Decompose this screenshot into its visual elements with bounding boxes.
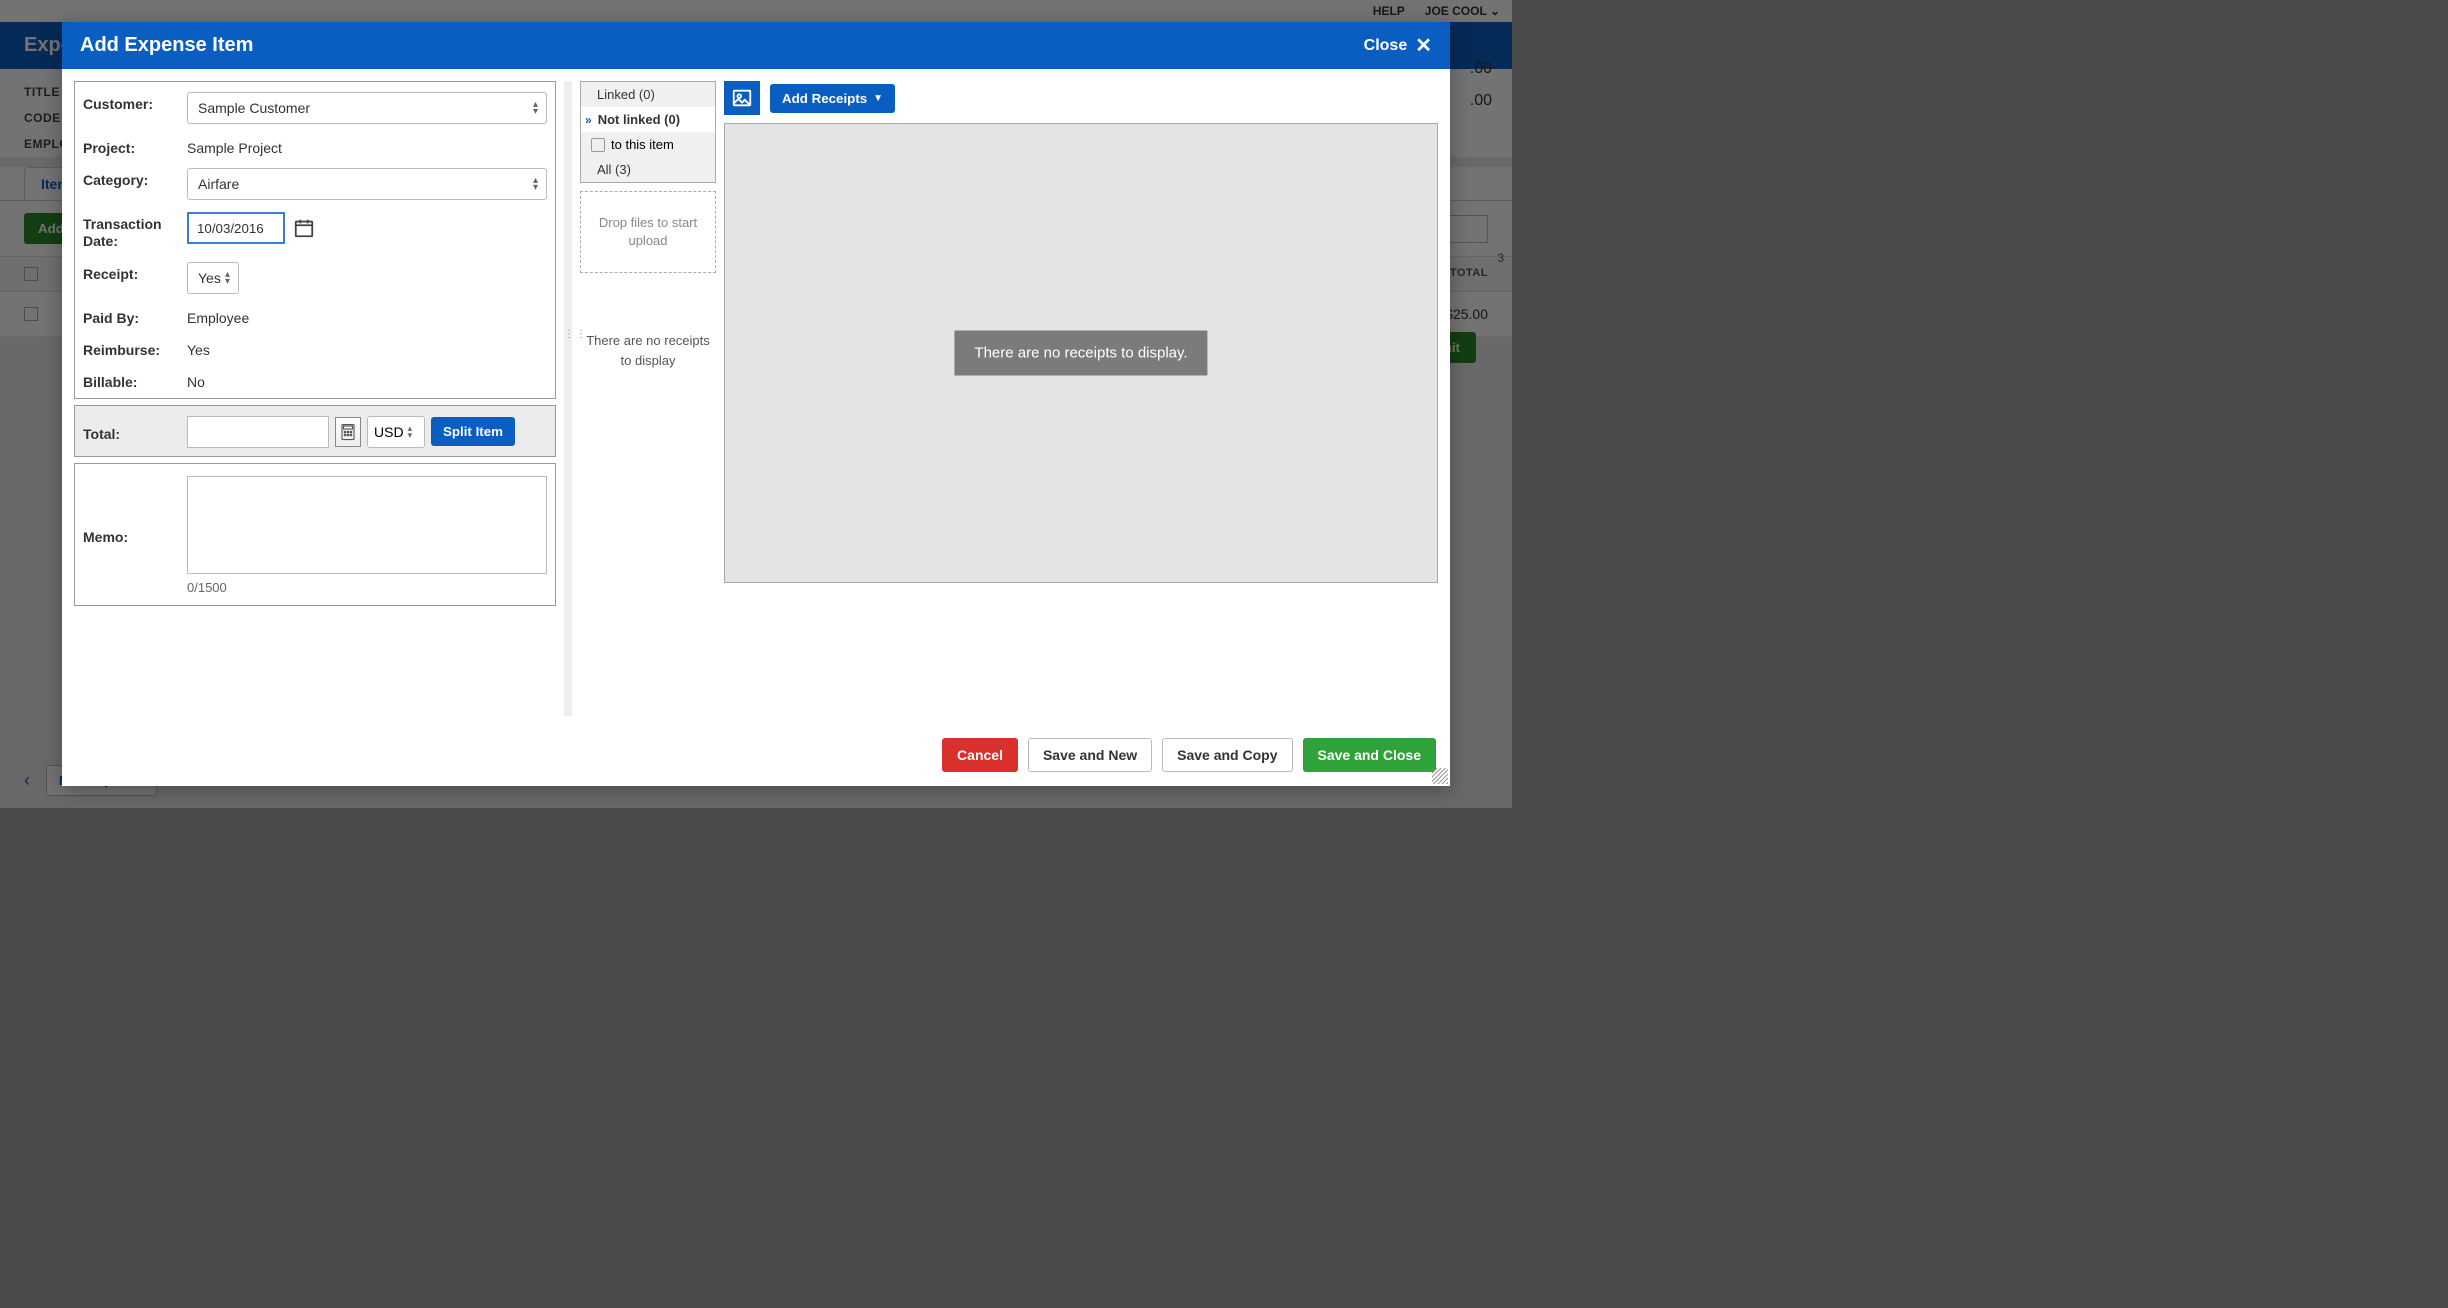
to-this-item-row[interactable]: to this item: [581, 132, 715, 157]
modal-footer: Cancel Save and New Save and Copy Save a…: [62, 728, 1450, 786]
project-value: Sample Project: [187, 136, 547, 156]
customer-label: Customer:: [83, 92, 181, 112]
receipt-label: Receipt:: [83, 262, 181, 282]
billable-value: No: [187, 370, 547, 390]
total-label: Total:: [83, 422, 181, 442]
category-select[interactable]: Airfare ▴▾: [187, 168, 547, 200]
chevron-updown-icon: ▴▾: [533, 101, 538, 115]
memo-label: Memo:: [83, 525, 181, 545]
close-icon: ✕: [1415, 36, 1432, 56]
receipts-sidebar: Linked (0) » Not linked (0) to this item…: [580, 81, 716, 716]
caret-down-icon: ▼: [873, 93, 883, 104]
add-receipts-button[interactable]: Add Receipts ▼: [770, 84, 895, 113]
no-receipts-label: There are no receipts to display: [580, 331, 716, 370]
receipt-preview-panel: Add Receipts ▼ There are no receipts to …: [724, 81, 1438, 716]
chevron-right-icon: »: [585, 113, 592, 127]
currency-select[interactable]: USD ▴▾: [367, 416, 425, 448]
save-and-copy-button[interactable]: Save and Copy: [1162, 738, 1292, 772]
tab-not-linked[interactable]: » Not linked (0): [581, 107, 715, 132]
tab-all[interactable]: All (3): [581, 157, 715, 182]
reimburse-value: Yes: [187, 338, 547, 358]
calendar-icon[interactable]: [293, 217, 315, 239]
chevron-updown-icon: ▴▾: [225, 271, 230, 285]
total-input[interactable]: [187, 416, 329, 448]
memo-textarea[interactable]: [187, 476, 547, 574]
no-receipts-banner: There are no receipts to display.: [954, 331, 1207, 376]
expense-form: Customer: Sample Customer ▴▾ Project: Sa…: [74, 81, 556, 716]
chevron-updown-icon: ▴▾: [533, 177, 538, 191]
cancel-button[interactable]: Cancel: [942, 738, 1018, 772]
chevron-updown-icon: ▴▾: [408, 425, 413, 439]
memo-counter: 0/1500: [187, 577, 547, 595]
project-label: Project:: [83, 136, 181, 156]
transaction-date-label: Transaction Date:: [83, 212, 181, 250]
receipt-preview-area: There are no receipts to display.: [724, 123, 1438, 583]
split-item-button[interactable]: Split Item: [431, 417, 515, 446]
save-and-close-button[interactable]: Save and Close: [1303, 738, 1437, 772]
panel-resize-handle[interactable]: ⋮⋮: [564, 81, 572, 716]
modal-title: Add Expense Item: [80, 34, 253, 57]
receipt-filter-tabs: Linked (0) » Not linked (0) to this item…: [580, 81, 716, 183]
category-label: Category:: [83, 168, 181, 188]
save-and-new-button[interactable]: Save and New: [1028, 738, 1152, 772]
modal-close-button[interactable]: Close ✕: [1364, 36, 1432, 56]
tab-linked[interactable]: Linked (0): [581, 82, 715, 107]
reimburse-label: Reimburse:: [83, 338, 181, 358]
paid-by-value: Employee: [187, 306, 547, 326]
image-icon: [731, 87, 753, 109]
grip-icon: ⋮⋮: [564, 329, 572, 340]
calculator-icon[interactable]: [335, 417, 361, 447]
billable-label: Billable:: [83, 370, 181, 390]
paid-by-label: Paid By:: [83, 306, 181, 326]
customer-select[interactable]: Sample Customer ▴▾: [187, 92, 547, 124]
file-dropzone[interactable]: Drop files to start upload: [580, 191, 716, 273]
modal-header: Add Expense Item Close ✕: [62, 22, 1450, 69]
add-expense-modal: Add Expense Item Close ✕ Customer: Sampl…: [62, 22, 1450, 786]
to-this-item-checkbox[interactable]: [591, 138, 605, 152]
resize-handle-icon[interactable]: [1432, 768, 1448, 784]
transaction-date-input[interactable]: [187, 212, 285, 244]
receipt-select[interactable]: Yes ▴▾: [187, 262, 239, 294]
view-image-button[interactable]: [724, 81, 760, 115]
